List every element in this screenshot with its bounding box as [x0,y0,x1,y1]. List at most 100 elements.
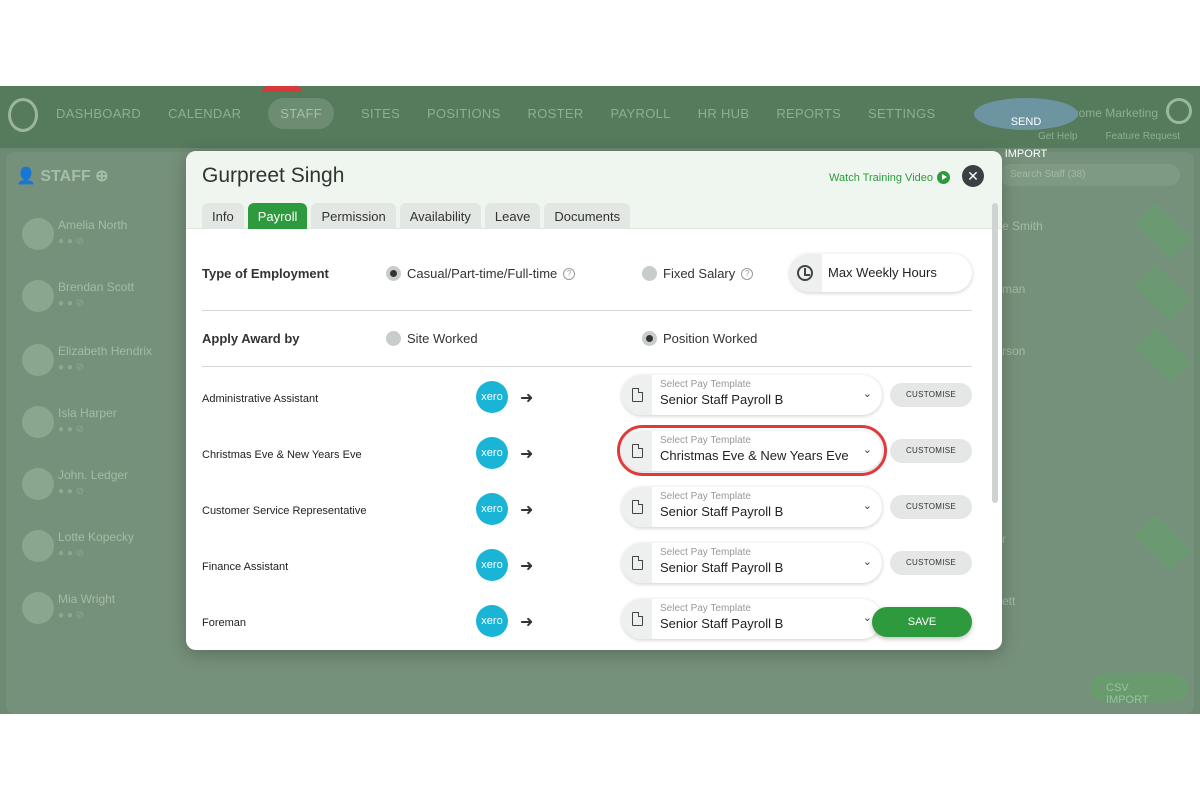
max-weekly-hours-input[interactable]: Max Weekly Hours [790,254,972,292]
clock-icon [797,265,813,281]
tab-documents[interactable]: Documents [544,203,631,229]
xero-icon: xero [476,493,508,525]
user-avatar-icon[interactable] [1166,98,1192,124]
staff-heading: 👤 STAFF ⊕ [16,168,109,185]
customise-button[interactable]: CUSTOMISE [890,551,972,575]
app-logo-icon[interactable] [8,98,38,132]
help-links: Get Help Feature Request [1038,131,1180,142]
status-icons: ● ● ⊘ [58,610,85,621]
staff-list-item[interactable]: Elizabeth Hendrix ● ● ⊘ [16,338,186,390]
document-icon [632,612,643,626]
nav-settings[interactable]: SETTINGS [868,106,935,129]
status-icons: ● ● ⊘ [58,236,85,247]
status-icons: ● ● ⊘ [58,548,85,559]
nav-reports[interactable]: REPORTS [776,106,841,129]
document-icon [632,500,643,514]
customise-button[interactable]: CUSTOMISE [890,495,972,519]
document-icon [632,388,643,402]
employment-casual-radio[interactable]: Casual/Part-time/Full-time ? [386,266,576,281]
help-icon[interactable]: ? [563,267,576,280]
chevron-down-icon: ⌄ [862,556,872,568]
employee-modal: Gurpreet Singh Watch Training Video ✕ In… [186,151,1002,650]
avatar [22,280,54,312]
tab-info[interactable]: Info [202,203,244,229]
nav-hr-hub[interactable]: HR HUB [698,106,750,129]
nav-calendar[interactable]: CALENDAR [168,106,241,129]
apply-award-label: Apply Award by [202,331,300,346]
staff-search-input[interactable]: Search Staff (38) [1000,164,1180,186]
position-row: Christmas Eve & New Years Eve xero ➜ Sel… [186,425,986,481]
active-tab-marker [262,86,302,92]
position-name: Administrative Assistant [202,393,319,405]
nav-sites[interactable]: SITES [361,106,400,129]
position-row: Foreman xero ➜ Select Pay Template Senio… [186,593,986,649]
highlight-outline [617,425,887,476]
xero-icon: xero [476,381,508,413]
avatar [22,406,54,438]
chevron-down-icon: ⌄ [862,500,872,512]
staff-name-partial: man [1002,282,1026,296]
staff-list-item[interactable]: Isla Harper ● ● ⊘ [16,400,186,452]
arrow-right-icon: ➜ [520,390,534,407]
radio-checked-icon [642,331,657,346]
status-icons: ● ● ⊘ [58,362,85,373]
modal-header: Gurpreet Singh Watch Training Video ✕ In… [186,151,1002,229]
customise-button[interactable]: CUSTOMISE [890,439,972,463]
arrow-right-icon: ➜ [520,502,534,519]
nav-payroll[interactable]: PAYROLL [611,106,671,129]
staff-name-partial: r [1002,532,1006,546]
avatar [22,530,54,562]
close-button[interactable]: ✕ [962,165,984,187]
feature-request-link[interactable]: Feature Request [1106,131,1181,142]
tab-leave[interactable]: Leave [484,203,541,229]
nav-positions[interactable]: POSITIONS [427,106,501,129]
staff-list-item[interactable]: Mia Wright ● ● ⊘ [16,586,186,638]
help-icon[interactable]: ? [741,267,754,280]
watch-training-video-link[interactable]: Watch Training Video [829,171,950,184]
pay-template-select[interactable]: Select Pay Template Senior Staff Payroll… [622,375,882,415]
divider [202,366,972,367]
status-icons: ● ● ⊘ [58,424,85,435]
award-site-worked-radio[interactable]: Site Worked [386,331,478,346]
tab-permission[interactable]: Permission [311,203,396,229]
save-button[interactable]: SAVE [872,607,972,637]
xero-import-button[interactable]: SEND IMPORT [974,98,1078,160]
xero-icon: xero [476,437,508,469]
scrollbar[interactable] [992,203,998,503]
staff-list-item[interactable]: Amelia North ● ● ⊘ [16,212,186,264]
modal-title: Gurpreet Singh [202,164,345,187]
avatar [22,344,54,376]
divider [202,310,972,311]
position-name: Christmas Eve & New Years Eve [202,449,362,461]
radio-unchecked-icon [642,266,657,281]
staff-name-partial: e Smith [1002,219,1043,233]
staff-list-item[interactable]: John. Ledger ● ● ⊘ [16,462,186,514]
document-icon [632,556,643,570]
position-name: Finance Assistant [202,561,289,573]
tab-payroll[interactable]: Payroll [247,203,308,229]
training-link-label: Watch Training Video [829,171,933,184]
avatar [22,592,54,624]
csv-import-button[interactable]: CSV IMPORT [1090,674,1188,706]
nav-staff[interactable]: STAFF [268,98,334,129]
tab-availability[interactable]: Availability [399,203,481,229]
position-name: Foreman [202,617,247,629]
nav-dashboard[interactable]: DASHBOARD [56,106,141,129]
employment-fixed-salary-radio[interactable]: Fixed Salary ? [642,266,754,281]
radio-unchecked-icon [386,331,401,346]
staff-list-item[interactable]: Lotte Kopecky ● ● ⊘ [16,524,186,576]
get-help-link[interactable]: Get Help [1038,131,1077,142]
position-row: Finance Assistant xero ➜ Select Pay Temp… [186,537,986,593]
status-icons: ● ● ⊘ [58,298,85,309]
customise-button[interactable]: CUSTOMISE [890,383,972,407]
staff-list-item[interactable]: Brendan Scott ● ● ⊘ [16,274,186,326]
pay-template-select[interactable]: Select Pay Template Senior Staff Payroll… [622,487,882,527]
nav-roster[interactable]: ROSTER [528,106,584,129]
arrow-right-icon: ➜ [520,614,534,631]
employment-type-label: Type of Employment [202,266,329,281]
position-row: Customer Service Representative xero ➜ S… [186,481,986,537]
xero-icon: xero [476,549,508,581]
award-position-worked-radio[interactable]: Position Worked [642,331,757,346]
pay-template-select[interactable]: Select Pay Template Senior Staff Payroll… [622,543,882,583]
pay-template-select[interactable]: Select Pay Template Senior Staff Payroll… [622,599,882,639]
